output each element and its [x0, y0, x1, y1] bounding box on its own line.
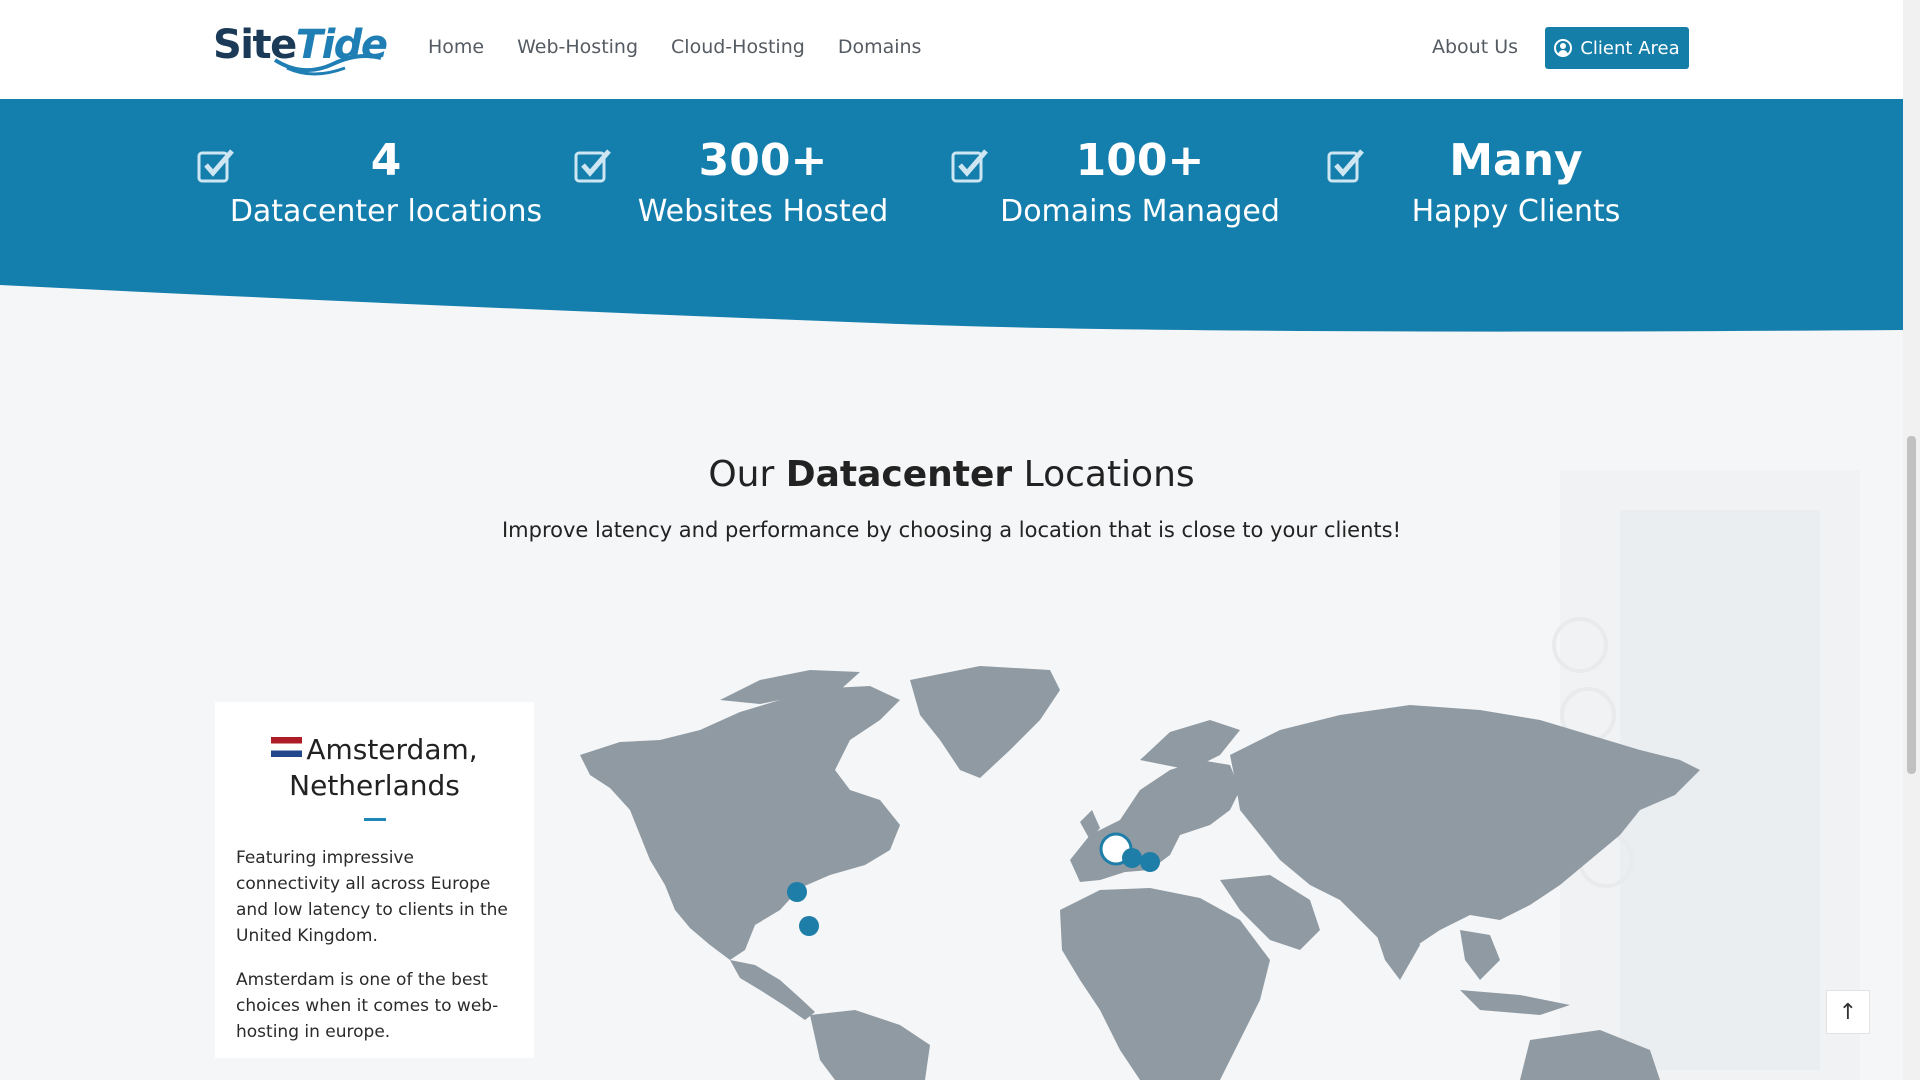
stat-label: Datacenter locations [229, 194, 543, 229]
stat-number: 4 [370, 135, 402, 186]
stat-label: Happy Clients [1411, 194, 1621, 229]
user-circle-icon [1554, 39, 1573, 57]
stat-number: Many [1449, 135, 1583, 186]
nav-cloud-hosting[interactable]: Cloud-Hosting [671, 36, 805, 58]
title-suffix: Locations [1023, 454, 1195, 495]
page: SiteTide Home Web-Hosting Cloud-Hosting … [0, 0, 1920, 1080]
stat-label: Domains Managed [1000, 194, 1280, 229]
title-bold: Datacenter [785, 454, 1013, 495]
location-description: Amsterdam is one of the best choices whe… [236, 970, 499, 1042]
logo-wave-icon [273, 54, 382, 76]
stat-label: Websites Hosted [637, 194, 889, 229]
netherlands-flag-icon [271, 737, 303, 757]
site-header: SiteTide Home Web-Hosting Cloud-Hosting … [0, 0, 1903, 99]
nav-web-hosting[interactable]: Web-Hosting [517, 36, 638, 58]
sitetide-logo[interactable]: SiteTide [213, 20, 388, 76]
scrollbar[interactable] [1903, 0, 1920, 1080]
client-area-button[interactable]: Client Area [1545, 27, 1689, 69]
main-nav: Home Web-Hosting Cloud-Hosting Domains [428, 36, 954, 58]
title-prefix: Our [708, 454, 775, 495]
location-city: Amsterdam, [306, 733, 478, 766]
world-map [580, 666, 1700, 1080]
checkbox-check-icon [1327, 149, 1364, 183]
checkbox-check-icon [951, 149, 988, 183]
nav-home[interactable]: Home [428, 36, 484, 58]
stat-datacenters: 4 Datacenter locations [196, 135, 576, 229]
divider [363, 818, 386, 821]
stat-websites: 300+ Websites Hosted [573, 135, 953, 229]
datacenter-marker[interactable] [799, 916, 819, 936]
client-area-label: Client Area [1580, 37, 1680, 59]
nav-domains[interactable]: Domains [838, 36, 922, 58]
back-to-top-button[interactable]: ↑ [1826, 990, 1870, 1034]
stat-number: 300+ [698, 135, 828, 186]
datacenter-marker[interactable] [1122, 848, 1142, 868]
stats-band: 4 Datacenter locations 300+ Websites Hos… [0, 99, 1903, 332]
datacenter-marker[interactable] [787, 882, 807, 902]
stat-number: 100+ [1075, 135, 1205, 186]
stat-domains: 100+ Domains Managed [950, 135, 1330, 229]
checkbox-check-icon [197, 149, 234, 183]
checkbox-check-icon [574, 149, 611, 183]
stat-clients: Many Happy Clients [1326, 135, 1706, 229]
location-card-title: Amsterdam, Netherlands [236, 732, 513, 804]
location-card: Amsterdam, Netherlands Featuring impress… [215, 702, 534, 1058]
scrollbar-thumb[interactable] [1907, 436, 1916, 774]
locations-title: Our Datacenter Locations [0, 454, 1903, 495]
datacenter-marker[interactable] [1140, 852, 1160, 872]
arrow-up-icon: ↑ [1838, 999, 1858, 1025]
location-description: Featuring impressive connectivity all ac… [236, 848, 508, 946]
locations-subtitle: Improve latency and performance by choos… [501, 518, 1402, 542]
nav-about-us[interactable]: About Us [1432, 36, 1518, 58]
location-country: Netherlands [289, 769, 460, 802]
